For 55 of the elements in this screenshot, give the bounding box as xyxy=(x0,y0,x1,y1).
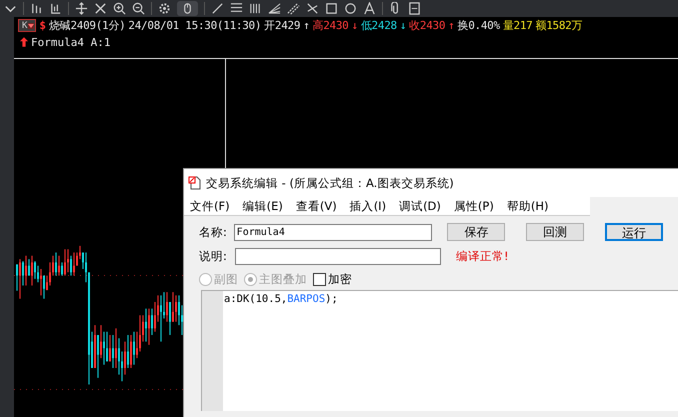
quote-item: 高2430 xyxy=(312,18,349,33)
indicator-label: Formula4 A:1 xyxy=(31,36,110,48)
checkbox-option[interactable]: 加密 xyxy=(313,272,352,286)
parallel-lines-icon[interactable] xyxy=(230,2,243,15)
quote-item: 额1582万 xyxy=(536,18,582,33)
currency-mark[interactable]: $ xyxy=(39,19,46,32)
move-icon[interactable] xyxy=(75,2,88,15)
quote-item: ↑ xyxy=(448,19,454,32)
dialog-button[interactable]: 运行 xyxy=(605,223,663,241)
zoom-out-icon[interactable] xyxy=(132,2,145,15)
chart-icon[interactable] xyxy=(49,2,62,15)
columns-icon[interactable] xyxy=(249,2,262,15)
quote-item: ↓ xyxy=(400,19,406,32)
quote-item: 换0.40% xyxy=(458,18,500,33)
quote-item: 低2428 xyxy=(360,18,397,33)
dialog-title: 交易系统编辑 - (所属公式组：A.图表交易系统) xyxy=(206,176,454,190)
up-arrow-icon xyxy=(20,37,28,47)
quote-item: ↓ xyxy=(352,19,358,32)
cross-line-icon[interactable] xyxy=(306,2,319,15)
code-editor[interactable]: a:DK(10.5,BARPOS); xyxy=(201,290,678,411)
fan-icon[interactable] xyxy=(268,2,281,15)
name-field[interactable]: Formula4 xyxy=(234,224,432,240)
menu-item[interactable]: 文件(F) xyxy=(190,198,230,214)
zoom-in-icon[interactable] xyxy=(113,2,126,15)
circle-icon[interactable] xyxy=(344,2,357,15)
quote-item: 开2429 xyxy=(264,18,300,33)
quote-item: ↑ xyxy=(303,19,310,32)
menu-item[interactable]: 编辑(E) xyxy=(242,198,283,214)
bars-icon[interactable] xyxy=(30,2,43,15)
code-line: a:DK(10.5,BARPOS); xyxy=(224,293,338,305)
crossed-icon[interactable] xyxy=(94,2,107,15)
menu-item[interactable]: 属性(P) xyxy=(454,198,494,214)
save-icon[interactable] xyxy=(408,2,421,15)
line-icon[interactable] xyxy=(211,2,224,15)
caret-icon xyxy=(28,22,34,28)
field-label: 名称: xyxy=(199,224,228,240)
square-icon[interactable] xyxy=(325,2,338,15)
field-label: 说明: xyxy=(199,248,228,264)
quote-item: 24/08/01 15:30(11:30) xyxy=(128,19,262,32)
period-button[interactable]: K xyxy=(18,19,36,32)
menu-item[interactable]: 帮助(H) xyxy=(506,198,548,214)
quote-item: 量217 xyxy=(502,18,532,33)
compile-status: 编译正常! xyxy=(456,248,509,264)
menu-item[interactable]: 调试(D) xyxy=(399,198,441,214)
mouse-icon[interactable] xyxy=(177,1,198,16)
document-icon xyxy=(188,176,202,190)
settings-icon[interactable] xyxy=(158,2,171,15)
menu-item[interactable]: 插入(I) xyxy=(350,198,386,214)
description-field[interactable] xyxy=(235,248,441,264)
quote-item: 烧碱2409(1分) xyxy=(49,18,126,33)
dialog-button[interactable]: 保存 xyxy=(447,223,506,241)
quote-item: 收2430 xyxy=(409,18,446,33)
dialog-button[interactable]: 回测 xyxy=(526,223,584,241)
menu-item[interactable]: 查看(V) xyxy=(296,198,337,214)
text-tool-icon[interactable] xyxy=(363,2,376,15)
